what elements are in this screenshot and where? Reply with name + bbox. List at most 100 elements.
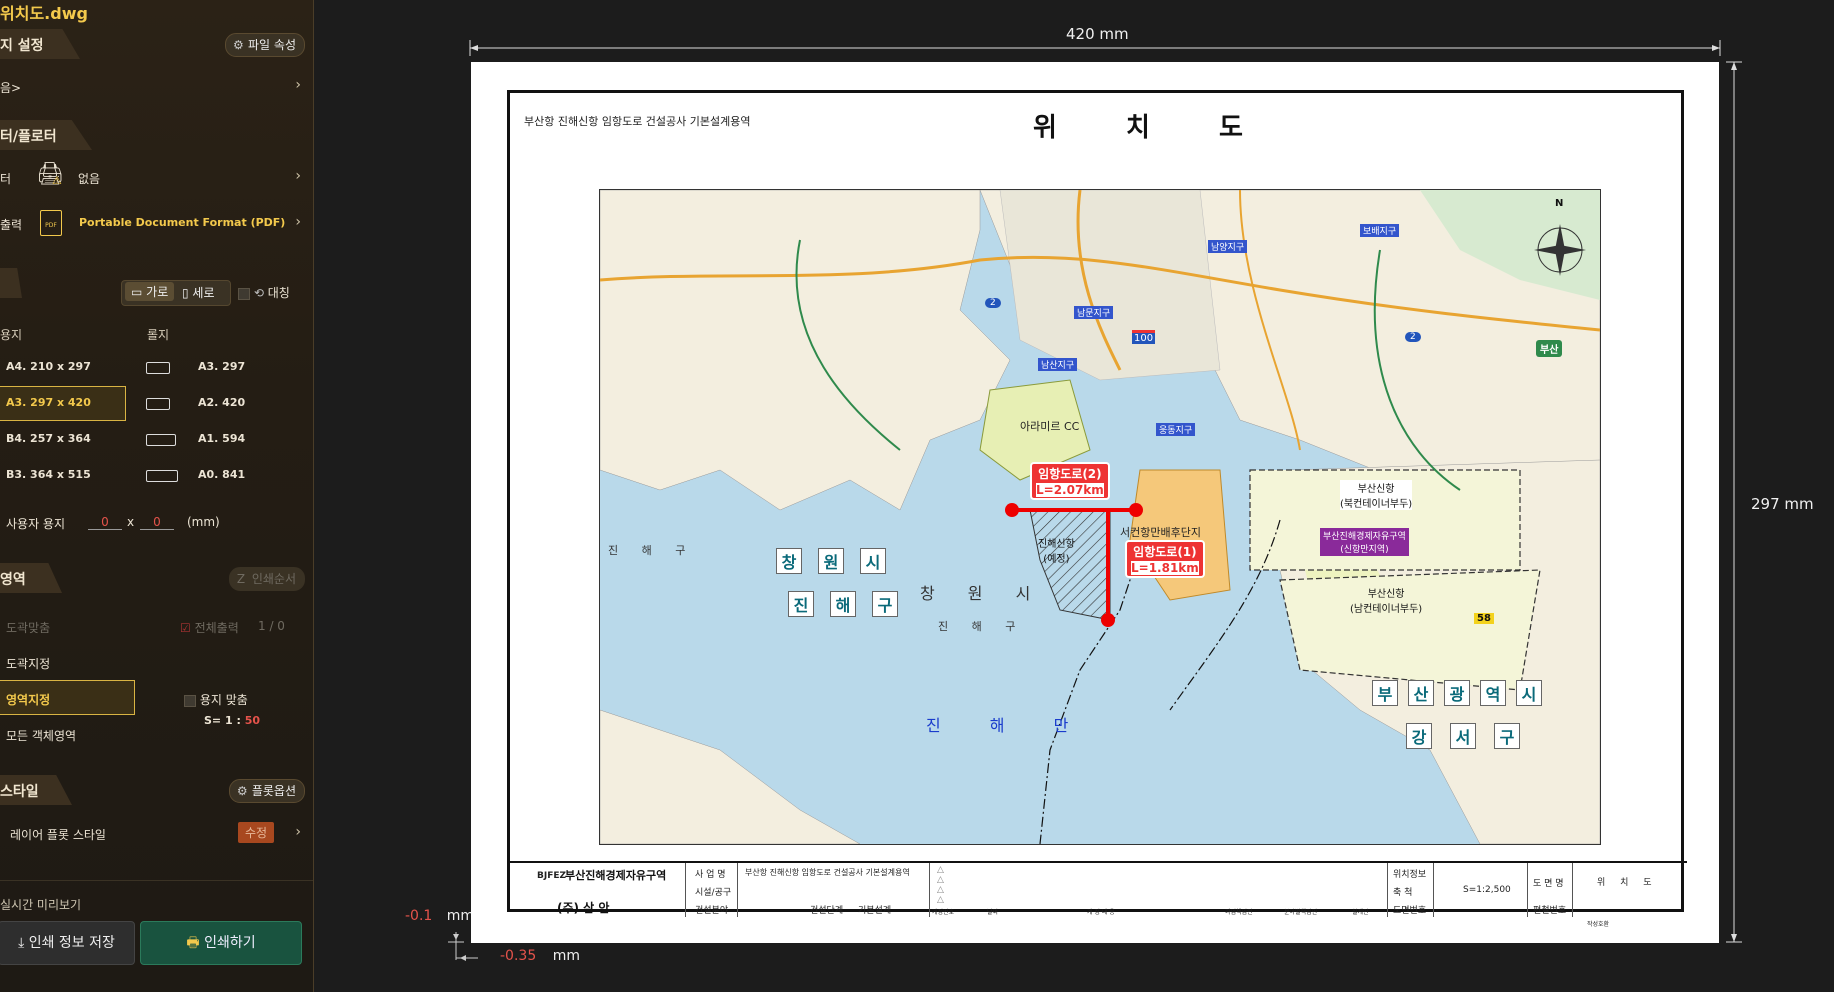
owner-label: 시설/공구 [695,888,732,898]
project-label: 사 업 명 [695,870,726,880]
custom-unit-label: (mm) [187,515,220,529]
portrait-icon: ▯ [182,286,193,300]
roll-paper-icon [146,470,178,482]
offset-x-value[interactable]: -0.35 [500,948,536,964]
page-setup-value: 음> [0,81,22,95]
chevron-right-icon: › [295,77,301,93]
road-1-label: 임항도로(1) L=1.81km [1125,540,1205,578]
scale-value: S=1:2,500 [1463,885,1511,895]
drawing-title: 위 치 도 [1033,113,1273,143]
offset-x-unit: mm [552,948,580,964]
route-58-sign: 58 [1474,613,1494,624]
scale-row: S= 1 : 50 [204,714,261,727]
namsan-district-label: 남산지구 [1038,358,1078,371]
fit-paper-option[interactable]: 용지 맞춤 [184,691,304,708]
scale-value-input[interactable]: 50 [245,714,260,727]
page-setup-row[interactable]: 음> › [0,77,313,96]
print-settings-panel: 위치도.dwg 지 설정 ⚙ 파일 속성 음> › 터/플로터 터 🖨 ⚠ 없음 … [0,0,314,992]
jinhae-left-label: 진 해 구 [608,544,696,557]
file-properties-button[interactable]: ⚙ 파일 속성 [225,33,305,57]
drawing-number-label: 도면번호 [1393,906,1427,916]
printer-label: 터 [0,172,12,186]
jinhae-newport-label: 진해신항 (예정) [1038,539,1075,565]
rev-header-field: 분야별책임인 [1284,909,1318,916]
roll-option[interactable]: A1. 594 [198,432,245,445]
roll-paper-icon [146,362,170,374]
check-icon: ☑ [180,621,191,635]
rev-header-content: 개 정 내 용 [1087,909,1115,916]
mirror-checkbox[interactable] [238,287,250,300]
extra-label: 작성호환 [1587,921,1610,928]
jinhae-bay-label: 진 해 만 [926,716,1091,735]
output-row[interactable]: 출력 PDF Portable Document Format (PDF) › [0,210,313,246]
bjfez-logo: BJFEZ [537,871,567,881]
offset-x-row: -0.35 mm [500,948,580,964]
field-label: 건설분야 [695,906,729,916]
custom-x-label: x [127,515,135,529]
namyang-district-label: 남양지구 [1208,240,1248,253]
offset-y-value[interactable]: -0.1 [405,908,432,924]
custom-height-input[interactable]: 0 [140,515,174,530]
drawing-name-label: 도 면 명 [1533,879,1564,889]
offset-y-row: -0.1 mm [405,908,474,924]
drawing-name-value: 위 치 도 [1597,878,1658,888]
realtime-preview-label: 실시간 미리보기 [0,898,82,912]
page-setup-header: 지 설정 ⚙ 파일 속성 [0,29,313,59]
plotter-header: 터/플로터 [0,120,313,150]
warning-icon: ⚠ [52,174,62,187]
route-2-sign-left: 2 [985,298,1001,308]
revision-triangles: △ △ △ △ [937,865,944,905]
order-icon: Z [236,572,246,586]
stage-value: 기본설계 [858,906,892,916]
sheet-option[interactable]: B4. 257 x 364 [6,432,91,445]
print-order-button[interactable]: Z 인쇄순서 [228,567,305,591]
mirror-option[interactable]: ⟲ 대칭 [238,284,313,301]
plot-options-button[interactable]: ⚙ 플롯옵션 [228,779,305,803]
route-100-sign: 100 [1132,330,1156,344]
roll-paper-icon [146,398,170,410]
title-block: BJFEZ 부산진해경제자유구역 (주) 삼 안 사 업 명 시설/공구 건설분… [507,861,1687,928]
sheet-option-selected[interactable]: A3. 297 x 420 [6,396,91,409]
landscape-icon: ▭ [131,285,147,299]
height-dimension-line [1726,61,1742,943]
gear-icon: ⚙ [233,38,244,52]
edit-style-button[interactable]: 수정 [238,822,275,843]
portrait-option[interactable]: ▯ 세로 [182,284,215,301]
roll-header: 롤지 [147,328,170,342]
area-label: 영역 [0,572,26,588]
rev-header-no: 개정번호 [932,909,955,916]
landscape-option[interactable]: ▭ 가로 [125,282,175,301]
scale-label: 축 척 [1393,888,1413,898]
page-setup-label: 지 설정 [0,38,44,54]
style-header: 스타일 ⚙ 플롯옵션 [0,775,313,805]
sheet-option[interactable]: A4. 210 x 297 [6,360,91,373]
width-dimension: 420 mm [1066,25,1129,43]
output-label: 출력 [0,218,23,232]
fit-paper-checkbox[interactable] [184,694,196,707]
roll-option[interactable]: A2. 420 [198,396,245,409]
print-all-count: 1 / 0 [258,619,285,633]
roll-option[interactable]: A3. 297 [198,360,245,373]
custom-width-input[interactable]: 0 [88,515,122,530]
rev-header-manager: 과업책임인 [1225,909,1253,916]
style-label: 스타일 [0,784,39,800]
roll-option[interactable]: A0. 841 [198,468,245,481]
custom-paper-label: 사용자 용지 [6,517,66,531]
route-2-sign-right: 2 [1405,332,1421,342]
project-value: 부산항 진해신항 임항도로 건설공사 기본설계용역 [745,868,910,877]
chevron-right-icon: › [295,168,301,184]
print-button[interactable]: 🖶 인쇄하기 [140,921,302,965]
print-all-option[interactable]: ☑ 전체출력 1 / 0 [180,619,310,636]
printer-row[interactable]: 터 🖨 ⚠ 없음 › [0,162,313,200]
newport-south-label: 부산신항 (남컨테이너부두) [1350,589,1423,615]
north-label: N [1555,198,1564,209]
save-print-info-button[interactable]: ⤓ 인쇄 정보 저장 [0,921,135,965]
rev-header-designer: 설계인 [1352,909,1369,916]
location-label: 위치정보 [1393,870,1427,880]
sheet-option[interactable]: B3. 364 x 515 [6,468,91,481]
height-dimension: 297 mm [1751,495,1814,513]
gear-icon: ⚙ [236,784,248,798]
output-value: Portable Document Format (PDF) [79,216,286,229]
busan-direction-sign: 부산 [1536,340,1563,357]
plotter-label: 터/플로터 [0,129,57,145]
